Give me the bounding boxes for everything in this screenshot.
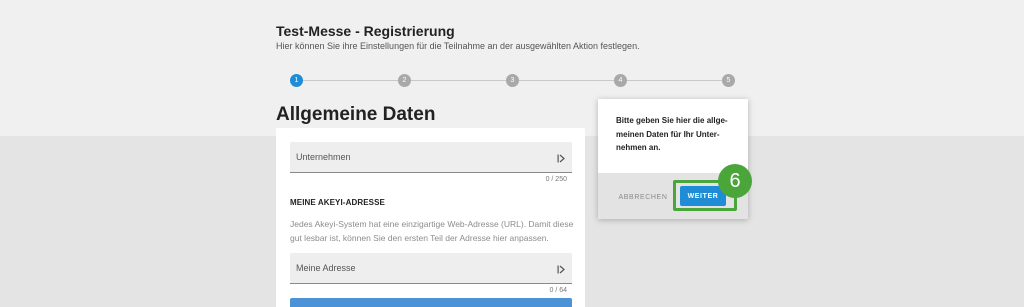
address-char-counter: 0 / 64	[549, 287, 567, 294]
page-title: Test-Messe - Registrierung	[276, 23, 455, 39]
page-subtitle: Hier können Sie ihre Einstellungen für d…	[276, 41, 640, 51]
progress-stepper: 1 2 3 4 5	[288, 72, 736, 88]
company-field[interactable]	[290, 142, 572, 173]
section-title: Allgemeine Daten	[276, 104, 436, 125]
address-description: Jedes Akeyi-System hat eine einzigartige…	[290, 219, 574, 243]
popover-text: Bitte geben Sie hier die allge-meinen Da…	[616, 116, 728, 152]
general-data-card: 0 / 250 MEINE AKEYI-ADRESSE Jedes Akeyi-…	[276, 128, 585, 307]
step-3[interactable]: 3	[506, 74, 519, 87]
submit-button[interactable]	[290, 298, 572, 307]
step-5[interactable]: 5	[722, 74, 735, 87]
stepper-connector	[626, 80, 722, 81]
stepper-connector	[410, 80, 506, 81]
cancel-button[interactable]: ABBRECHEN	[608, 190, 678, 204]
address-heading: MEINE AKEYI-ADRESSE	[290, 198, 385, 207]
address-field[interactable]	[290, 253, 572, 284]
stepper-connector	[518, 80, 614, 81]
company-input[interactable]	[290, 142, 572, 172]
step-2[interactable]: 2	[398, 74, 411, 87]
address-input[interactable]	[290, 253, 572, 283]
company-char-counter: 0 / 250	[545, 176, 567, 183]
text-field-icon	[557, 154, 565, 163]
step-1[interactable]: 1	[290, 74, 303, 87]
stepper-connector	[296, 80, 400, 81]
step-4[interactable]: 4	[614, 74, 627, 87]
text-field-icon	[557, 265, 565, 274]
annotation-badge: 6	[718, 164, 752, 198]
